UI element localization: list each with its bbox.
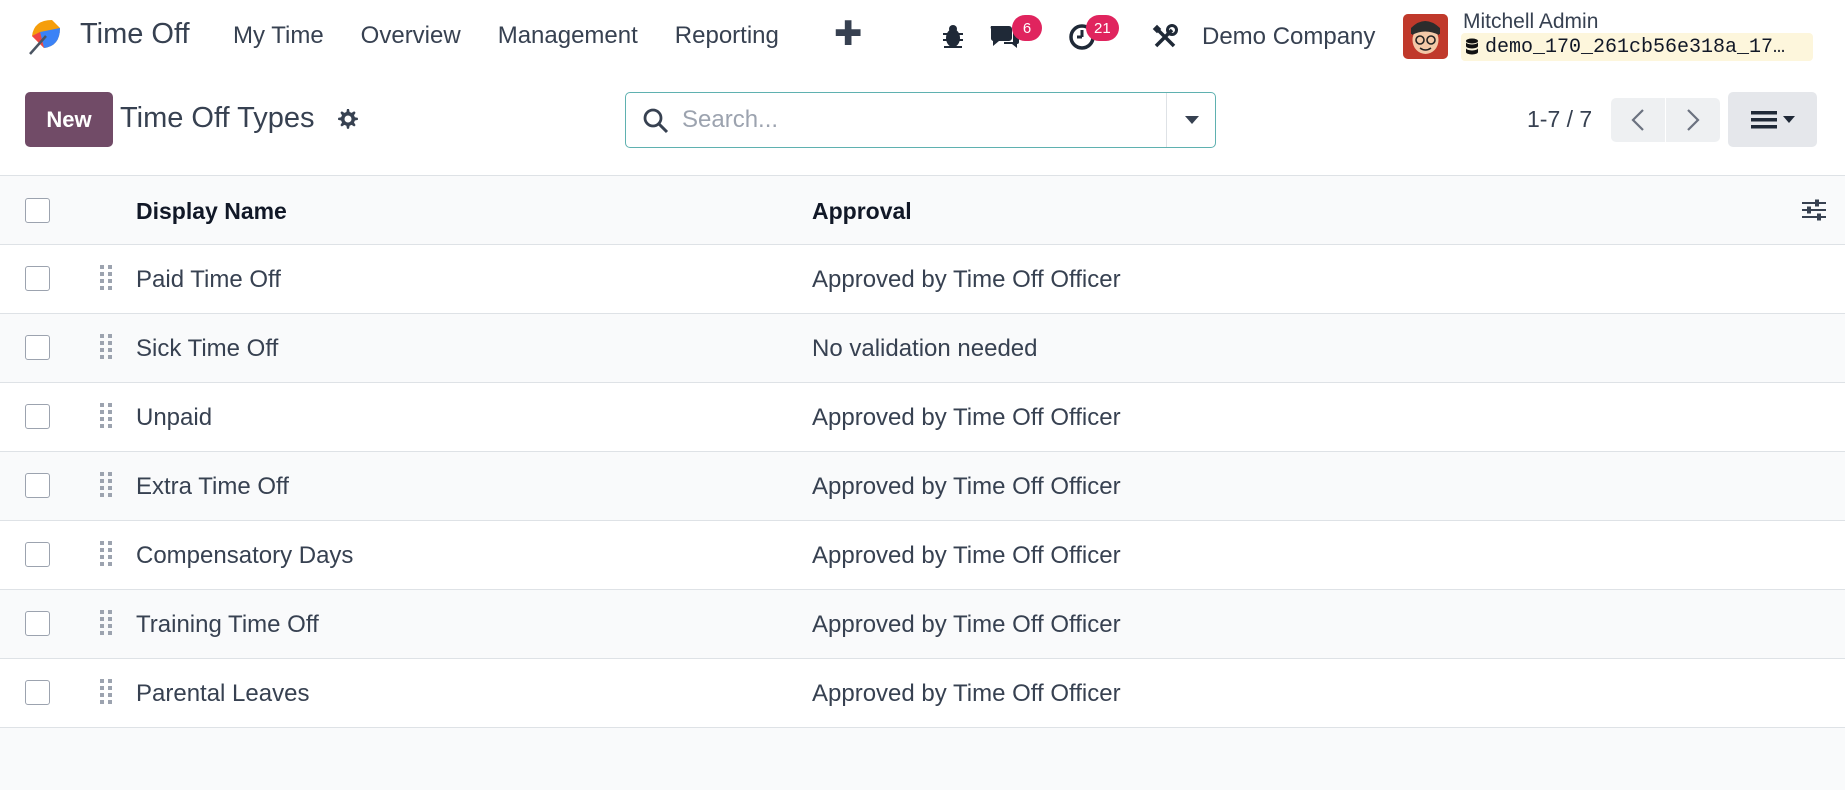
row-checkbox[interactable] xyxy=(25,680,50,705)
menu-overview[interactable]: Overview xyxy=(361,22,461,50)
search-box xyxy=(625,92,1216,148)
cell-display-name: Paid Time Off xyxy=(136,266,281,293)
database-icon xyxy=(1466,38,1478,55)
cell-display-name: Unpaid xyxy=(136,404,213,431)
pager-next-button[interactable] xyxy=(1666,98,1720,142)
table-row[interactable]: Compensatory Days Approved by Time Off O… xyxy=(0,521,1845,590)
row-checkbox[interactable] xyxy=(25,266,50,291)
cell-display-name: Training Time Off xyxy=(136,611,319,638)
menu-management[interactable]: Management xyxy=(498,22,638,50)
table-row[interactable]: Paid Time Off Approved by Time Off Offic… xyxy=(0,245,1845,314)
caret-down-icon xyxy=(1184,116,1199,124)
search-options-toggle[interactable] xyxy=(1166,93,1216,147)
row-checkbox[interactable] xyxy=(25,542,50,567)
page-title: Time Off Types xyxy=(120,102,315,134)
drag-handle-icon[interactable] xyxy=(99,540,113,566)
menu-my-time[interactable]: My Time xyxy=(233,22,324,50)
plus-icon[interactable]: ✚ xyxy=(834,14,863,54)
cell-display-name: Compensatory Days xyxy=(136,542,354,569)
app-name[interactable]: Time Off xyxy=(80,18,190,51)
row-checkbox[interactable] xyxy=(25,611,50,636)
column-approval[interactable]: Approval xyxy=(812,198,912,225)
gear-icon[interactable] xyxy=(335,107,359,131)
top-navbar: Time Off My Time Overview Management Rep… xyxy=(0,0,1845,74)
row-checkbox[interactable] xyxy=(25,335,50,360)
user-avatar[interactable] xyxy=(1403,14,1448,59)
table-row[interactable]: Sick Time Off No validation needed xyxy=(0,314,1845,383)
cell-display-name: Extra Time Off xyxy=(136,473,289,500)
new-button[interactable]: New xyxy=(25,92,113,147)
drag-handle-icon[interactable] xyxy=(99,333,113,359)
pager-previous-button[interactable] xyxy=(1611,98,1665,142)
drag-handle-icon[interactable] xyxy=(99,609,113,635)
table-header: Display Name Approval xyxy=(0,176,1845,245)
list-view-icon xyxy=(1750,110,1777,128)
cell-approval: Approved by Time Off Officer xyxy=(812,404,1121,431)
cell-approval: Approved by Time Off Officer xyxy=(812,266,1121,293)
tools-icon[interactable] xyxy=(1151,23,1179,51)
search-icon xyxy=(643,108,669,134)
main-menu: My Time Overview Management Reporting xyxy=(233,22,816,50)
select-all-checkbox[interactable] xyxy=(25,198,50,223)
cell-approval: Approved by Time Off Officer xyxy=(812,611,1121,638)
table-row[interactable]: Unpaid Approved by Time Off Officer xyxy=(0,383,1845,452)
drag-handle-icon[interactable] xyxy=(99,678,113,704)
view-switcher-button[interactable] xyxy=(1728,92,1817,147)
time-off-app-icon[interactable] xyxy=(26,16,66,56)
cell-approval: Approved by Time Off Officer xyxy=(812,473,1121,500)
chevron-right-icon xyxy=(1687,109,1700,131)
cell-approval: Approved by Time Off Officer xyxy=(812,680,1121,707)
column-display-name[interactable]: Display Name xyxy=(136,198,287,225)
table-row[interactable]: Training Time Off Approved by Time Off O… xyxy=(0,590,1845,659)
user-name[interactable]: Mitchell Admin xyxy=(1463,10,1598,34)
drag-handle-icon[interactable] xyxy=(99,471,113,497)
table-row[interactable]: Parental Leaves Approved by Time Off Off… xyxy=(0,659,1845,728)
messages-badge: 6 xyxy=(1012,15,1042,41)
chevron-left-icon xyxy=(1631,109,1644,131)
database-name: demo_170_261cb56e318a_17… xyxy=(1485,35,1786,59)
row-checkbox[interactable] xyxy=(25,473,50,498)
caret-down-icon xyxy=(1782,115,1795,123)
menu-reporting[interactable]: Reporting xyxy=(675,22,779,50)
bug-icon[interactable] xyxy=(940,22,966,50)
pager-value[interactable]: 1-7 / 7 xyxy=(1527,106,1592,133)
cell-approval: Approved by Time Off Officer xyxy=(812,542,1121,569)
table-row[interactable]: Extra Time Off Approved by Time Off Offi… xyxy=(0,452,1845,521)
control-panel: New Time Off Types 1-7 / 7 xyxy=(0,74,1845,176)
cell-display-name: Parental Leaves xyxy=(136,680,310,707)
cell-approval: No validation needed xyxy=(812,335,1038,362)
drag-handle-icon[interactable] xyxy=(99,264,113,290)
database-chip: demo_170_261cb56e318a_17… xyxy=(1461,33,1813,61)
time-off-types-list: Display Name Approval Paid Time Off Appr… xyxy=(0,176,1845,728)
company-switcher[interactable]: Demo Company xyxy=(1202,23,1375,51)
row-checkbox[interactable] xyxy=(25,404,50,429)
search-input[interactable] xyxy=(682,103,1082,137)
cell-display-name: Sick Time Off xyxy=(136,335,279,362)
activities-badge: 21 xyxy=(1086,15,1119,41)
drag-handle-icon[interactable] xyxy=(99,402,113,428)
optional-columns-icon[interactable] xyxy=(1800,196,1828,224)
